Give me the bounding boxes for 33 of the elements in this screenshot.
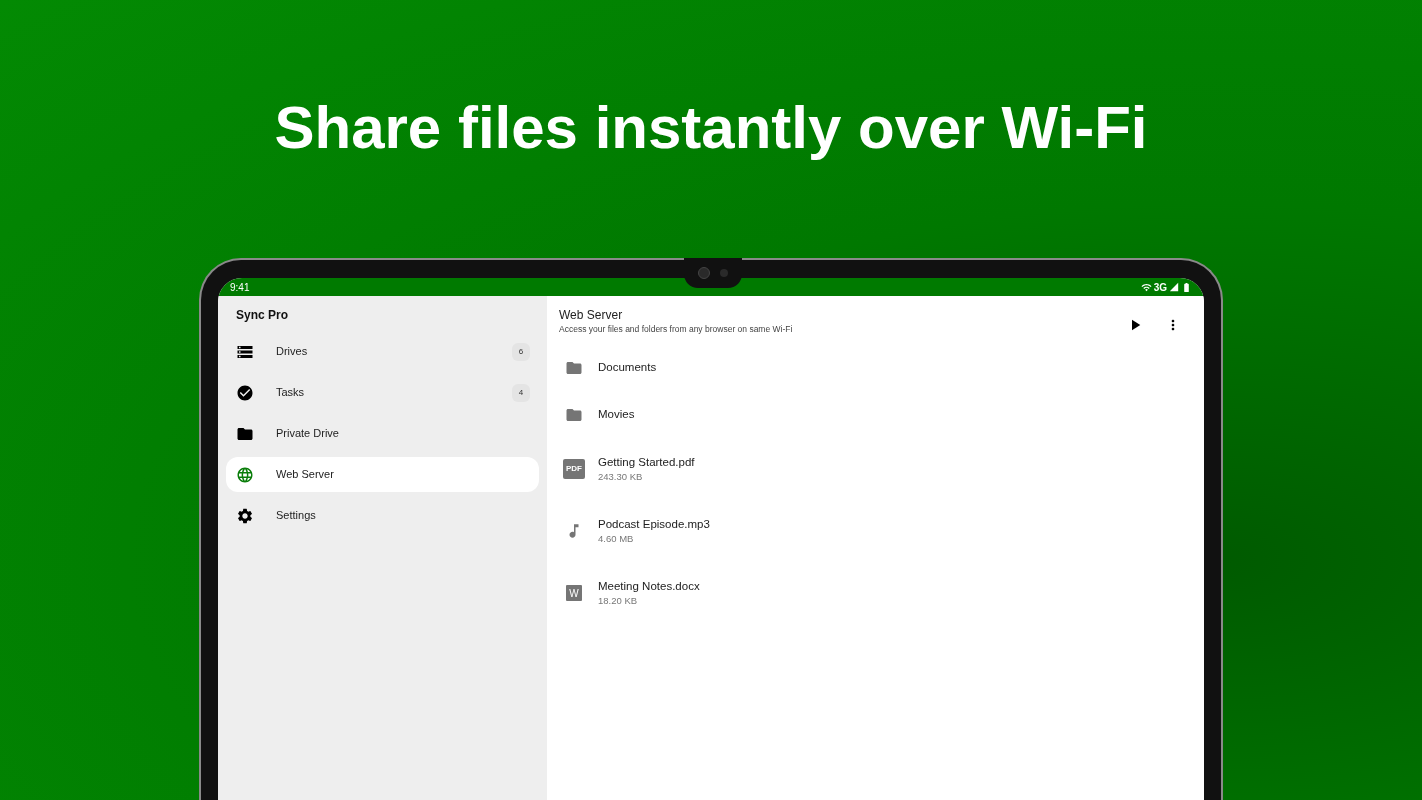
headline: Share files instantly over Wi-Fi	[274, 94, 1148, 162]
file-name: Meeting Notes.docx	[598, 579, 700, 594]
file-row[interactable]: PDF Getting Started.pdf 243.30 KB	[559, 438, 1184, 500]
battery-icon	[1181, 281, 1192, 293]
document-icon: W	[566, 585, 582, 601]
file-row[interactable]: Movies	[559, 391, 1184, 438]
file-row[interactable]: Documents	[559, 344, 1184, 391]
pdf-icon: PDF	[563, 459, 585, 479]
globe-icon	[236, 465, 254, 484]
file-name: Movies	[598, 407, 635, 422]
page-subtitle: Access your files and folders from any browser on same Wi-Fi	[559, 323, 793, 335]
status-time: 9:41	[230, 280, 250, 295]
count-badge: 4	[512, 383, 530, 402]
signal-icon	[1169, 282, 1179, 292]
file-name: Podcast Episode.mp3	[598, 517, 710, 532]
file-name: Documents	[598, 360, 657, 375]
file-name: Getting Started.pdf	[598, 455, 695, 470]
wifi-icon	[1140, 281, 1152, 293]
file-row[interactable]: W Meeting Notes.docx 18.20 KB	[559, 562, 1184, 624]
nav-item[interactable]: Drives 6	[226, 334, 539, 369]
file-row[interactable]: Podcast Episode.mp3 4.60 MB	[559, 500, 1184, 562]
nav-item[interactable]: Web Server	[226, 457, 539, 492]
count-badge: 6	[512, 342, 530, 361]
file-size: 4.60 MB	[598, 532, 635, 545]
nav-item[interactable]: Settings	[226, 498, 539, 533]
network-type: 3G	[1153, 280, 1167, 295]
app-title: Sync Pro	[235, 307, 290, 324]
file-size: 243.30 KB	[598, 470, 644, 483]
settings-icon	[236, 506, 254, 525]
nav-item[interactable]: Private Drive	[226, 416, 539, 451]
nav-item[interactable]: Tasks 4	[226, 375, 539, 410]
page-title: Web Server	[559, 308, 624, 323]
file-size: 18.20 KB	[598, 594, 639, 607]
